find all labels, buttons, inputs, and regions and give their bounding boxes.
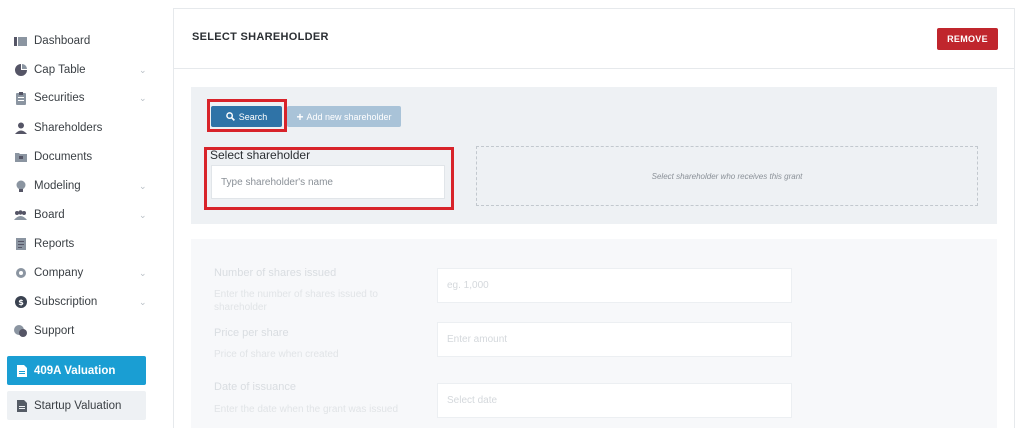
dashboard-icon xyxy=(14,35,27,48)
startup-valuation-button[interactable]: Startup Valuation xyxy=(7,391,146,420)
chevron-down-icon: ⌄ xyxy=(139,64,147,75)
sidebar-item-label: Subscription xyxy=(34,296,98,308)
price-per-share-placeholder: Enter amount xyxy=(447,334,508,345)
file-icon xyxy=(17,364,28,377)
shareholder-drop-zone[interactable]: Select shareholder who receives this gra… xyxy=(476,146,978,206)
group-icon xyxy=(14,209,27,222)
sidebar-item-board[interactable]: Board ⌄ xyxy=(0,204,160,226)
date-of-issuance-label: Date of issuance xyxy=(214,381,296,393)
dollar-icon: $ xyxy=(14,296,27,309)
number-of-shares-input[interactable]: eg. 1,000 xyxy=(437,268,792,303)
sidebar-item-label: Shareholders xyxy=(34,122,103,134)
date-of-issuance-help: Enter the date when the grant was issued xyxy=(214,404,399,415)
sidebar-item-support[interactable]: Support xyxy=(0,320,160,342)
clipboard-icon xyxy=(14,91,27,105)
add-new-shareholder-label: Add new shareholder xyxy=(306,111,392,122)
drop-zone-text: Select shareholder who receives this gra… xyxy=(651,171,803,181)
gear-icon xyxy=(14,267,27,280)
search-button[interactable]: Search xyxy=(211,106,282,127)
shareholder-name-input[interactable] xyxy=(211,165,445,199)
date-of-issuance-placeholder: Select date xyxy=(447,395,498,406)
chevron-down-icon: ⌄ xyxy=(139,267,147,278)
search-button-label: Search xyxy=(238,111,268,122)
file-icon xyxy=(17,399,28,412)
sidebar-item-label: Reports xyxy=(34,238,75,250)
price-per-share-help: Price of share when created xyxy=(214,349,339,360)
folder-icon xyxy=(14,151,27,164)
409a-valuation-button[interactable]: 409A Valuation xyxy=(7,356,146,385)
lightbulb-icon xyxy=(14,180,27,193)
sidebar-item-label: Dashboard xyxy=(34,35,91,47)
409a-valuation-label: 409A Valuation xyxy=(34,364,116,377)
chevron-down-icon: ⌄ xyxy=(139,180,147,191)
sidebar-item-label: Documents xyxy=(34,151,93,163)
sidebar-item-label: Support xyxy=(34,325,75,337)
sidebar-item-reports[interactable]: Reports xyxy=(0,233,160,255)
sidebar-item-shareholders[interactable]: Shareholders xyxy=(0,117,160,139)
sidebar-item-modeling[interactable]: Modeling ⌄ xyxy=(0,175,160,197)
sidebar-item-label: Modeling xyxy=(34,180,81,192)
sidebar-item-documents[interactable]: Documents xyxy=(0,146,160,168)
sidebar: Dashboard Cap Table ⌄ Securities ⌄ Share… xyxy=(0,0,160,428)
startup-valuation-label: Startup Valuation xyxy=(34,399,122,412)
number-of-shares-label: Number of shares issued xyxy=(214,267,337,279)
pie-chart-icon xyxy=(14,64,27,77)
add-new-shareholder-button[interactable]: + Add new shareholder xyxy=(287,106,401,127)
panel-title: SELECT SHAREHOLDER xyxy=(192,31,329,43)
price-per-share-label: Price per share xyxy=(214,327,289,339)
svg-text:$: $ xyxy=(18,298,24,307)
sidebar-item-securities[interactable]: Securities ⌄ xyxy=(0,87,160,109)
number-of-shares-help: Enter the number of shares issued to sha… xyxy=(214,289,378,313)
sidebar-item-dashboard[interactable]: Dashboard xyxy=(0,30,160,52)
select-shareholder-panel: SELECT SHAREHOLDER REMOVE Search + Add n… xyxy=(173,8,1015,428)
price-per-share-input[interactable]: Enter amount xyxy=(437,322,792,357)
search-icon xyxy=(225,112,235,121)
sidebar-item-label: Cap Table xyxy=(34,64,86,76)
chevron-down-icon: ⌄ xyxy=(139,296,147,307)
sidebar-item-label: Board xyxy=(34,209,65,221)
user-icon xyxy=(14,122,27,135)
chat-icon xyxy=(14,325,27,338)
date-of-issuance-input[interactable]: Select date xyxy=(437,383,792,418)
select-shareholder-label: Select shareholder xyxy=(210,148,311,162)
sidebar-item-cap-table[interactable]: Cap Table ⌄ xyxy=(0,59,160,81)
sidebar-item-label: Securities xyxy=(34,92,85,104)
sidebar-item-subscription[interactable]: $ Subscription ⌄ xyxy=(0,291,160,313)
panel-header: SELECT SHAREHOLDER REMOVE xyxy=(174,9,1014,69)
number-of-shares-placeholder: eg. 1,000 xyxy=(447,280,489,291)
remove-button[interactable]: REMOVE xyxy=(937,28,998,50)
sidebar-item-label: Company xyxy=(34,267,84,279)
chevron-down-icon: ⌄ xyxy=(139,92,147,103)
chevron-down-icon: ⌄ xyxy=(139,209,147,220)
document-icon xyxy=(14,238,27,251)
plus-icon: + xyxy=(296,109,304,124)
sidebar-item-company[interactable]: Company ⌄ xyxy=(0,262,160,284)
